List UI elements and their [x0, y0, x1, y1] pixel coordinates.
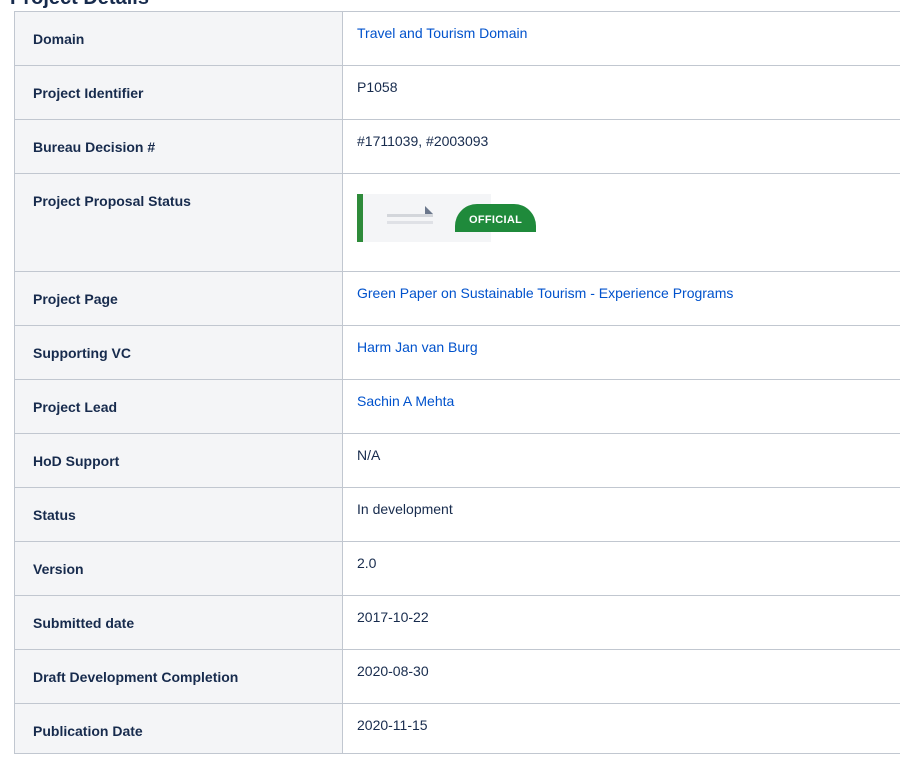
row-label: Domain	[14, 11, 343, 66]
table-row-project-identifier: Project Identifier P1058	[14, 65, 900, 120]
draft-development-completion-value: 2020-08-30	[342, 649, 900, 704]
bureau-decision-value: #1711039, #2003093	[342, 119, 900, 174]
row-label: Project Lead	[14, 379, 343, 434]
table-row-submitted-date: Submitted date 2017-10-22	[14, 595, 900, 650]
table-row-supporting-vc: Supporting VC Harm Jan van Burg	[14, 325, 900, 380]
status-value: In development	[342, 487, 900, 542]
row-value: Green Paper on Sustainable Tourism - Exp…	[342, 271, 900, 326]
table-row-project-proposal-status: Project Proposal Status OFFICIAL	[14, 173, 900, 272]
table-row-hod-support: HoD Support N/A	[14, 433, 900, 488]
table-row-publication-date: Publication Date 2020-11-15	[14, 703, 900, 754]
row-label: Status	[14, 487, 343, 542]
row-label: HoD Support	[14, 433, 343, 488]
row-label: Version	[14, 541, 343, 596]
project-page-link[interactable]: Green Paper on Sustainable Tourism - Exp…	[357, 285, 733, 301]
row-label: Draft Development Completion	[14, 649, 343, 704]
table-row-project-lead: Project Lead Sachin A Mehta	[14, 379, 900, 434]
official-status-badge: OFFICIAL	[455, 204, 537, 232]
row-value: OFFICIAL	[342, 173, 900, 272]
project-lead-link[interactable]: Sachin A Mehta	[357, 393, 454, 409]
status-accent-bar	[357, 194, 363, 242]
submitted-date-value: 2017-10-22	[342, 595, 900, 650]
row-label: Bureau Decision #	[14, 119, 343, 174]
table-row-domain: Domain Travel and Tourism Domain	[14, 11, 900, 66]
document-icon	[387, 206, 433, 224]
row-label: Project Page	[14, 271, 343, 326]
publication-date-value: 2020-11-15	[342, 703, 900, 754]
row-value: Sachin A Mehta	[342, 379, 900, 434]
row-value: Harm Jan van Burg	[342, 325, 900, 380]
page-title: Project Details	[10, 0, 149, 10]
table-row-bureau-decision: Bureau Decision # #1711039, #2003093	[14, 119, 900, 174]
row-label: Project Proposal Status	[14, 173, 343, 272]
table-row-version: Version 2.0	[14, 541, 900, 596]
project-details-table: Domain Travel and Tourism Domain Project…	[14, 11, 900, 754]
version-value: 2.0	[342, 541, 900, 596]
row-label: Project Identifier	[14, 65, 343, 120]
row-label: Supporting VC	[14, 325, 343, 380]
table-row-status: Status In development	[14, 487, 900, 542]
table-row-project-page: Project Page Green Paper on Sustainable …	[14, 271, 900, 326]
page: Project Details Domain Travel and Touris…	[0, 0, 900, 763]
project-identifier-value: P1058	[342, 65, 900, 120]
supporting-vc-link[interactable]: Harm Jan van Burg	[357, 339, 478, 355]
table-row-draft-development-completion: Draft Development Completion 2020-08-30	[14, 649, 900, 704]
hod-support-value: N/A	[342, 433, 900, 488]
row-label: Submitted date	[14, 595, 343, 650]
row-value: Travel and Tourism Domain	[342, 11, 900, 66]
proposal-status-widget[interactable]: OFFICIAL	[357, 194, 557, 242]
row-label: Publication Date	[14, 703, 343, 754]
domain-link[interactable]: Travel and Tourism Domain	[357, 25, 527, 41]
